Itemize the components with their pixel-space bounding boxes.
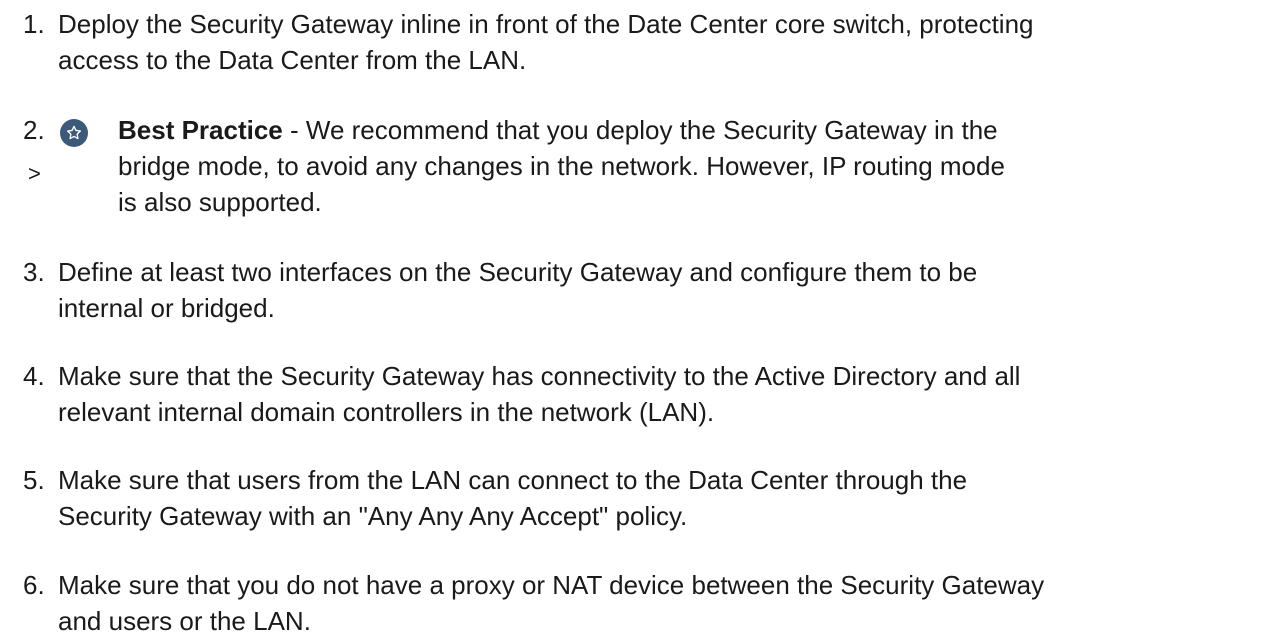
step-text: Define at least two interfaces on the Se… [58, 254, 1258, 326]
step-number: 1. [23, 9, 45, 39]
step-text-line: - We recommend that you deploy the Secur… [282, 115, 998, 145]
step-text-line: Make sure that users from the LAN can co… [58, 465, 968, 495]
best-practice-label: Best Practice [118, 115, 283, 145]
best-practice-text: Best Practice - We recommend that you de… [118, 112, 1258, 220]
step-number: 3. [23, 257, 45, 287]
steps-list: 1. Deploy the Security Gateway inline in… [0, 0, 1265, 643]
step-text-line: and users or the LAN. [58, 606, 311, 636]
step-number: 4. [23, 361, 45, 391]
step-text-line: Deploy the Security Gateway inline in fr… [58, 9, 1034, 39]
star-icon [60, 119, 88, 147]
step-text-line: Make sure that the Security Gateway has … [58, 361, 1021, 391]
best-practice-first-line: Best Practice - We recommend that you de… [118, 112, 1258, 148]
step-text-line: relevant internal domain controllers in … [58, 397, 715, 427]
step-text: Make sure that users from the LAN can co… [58, 462, 1258, 534]
step-text: Make sure that you do not have a proxy o… [58, 567, 1258, 639]
step-text-line: Define at least two interfaces on the Se… [58, 257, 978, 287]
step-number: 6. [23, 570, 45, 600]
step-number: 5. [23, 465, 45, 495]
step-text-line: internal or bridged. [58, 293, 275, 323]
step-number: 2. [23, 115, 45, 145]
bullet-marker: > [28, 161, 41, 186]
step-text: Make sure that the Security Gateway has … [58, 358, 1258, 430]
step-text-line: bridge mode, to avoid any changes in the… [118, 151, 1005, 181]
step-text: Deploy the Security Gateway inline in fr… [58, 6, 1258, 78]
step-text-line: Make sure that you do not have a proxy o… [58, 570, 1045, 600]
step-text-line: access to the Data Center from the LAN. [58, 45, 527, 75]
step-text-line: Security Gateway with an "Any Any Any Ac… [58, 501, 688, 531]
step-text-line: is also supported. [118, 187, 322, 217]
